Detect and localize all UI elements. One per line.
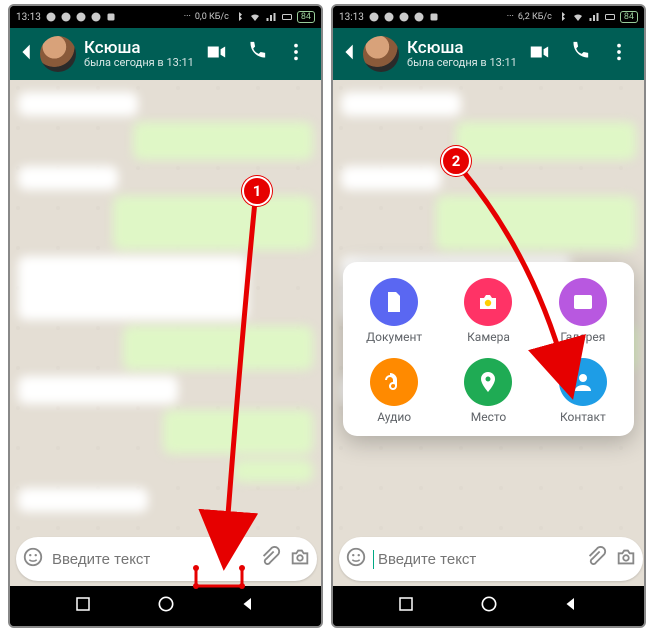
blurred-messages bbox=[10, 80, 321, 532]
status-bar: 13:13 ··· 6,2 КБ/с 84 bbox=[333, 6, 644, 28]
back-icon[interactable] bbox=[339, 41, 361, 67]
signal-icon bbox=[265, 11, 277, 23]
chat-header: Ксюша была сегодня в 13:11 bbox=[333, 28, 644, 80]
emoji-icon[interactable] bbox=[345, 546, 367, 572]
attach-icon[interactable] bbox=[585, 546, 607, 572]
battery-icon: 84 bbox=[297, 11, 315, 23]
chat-body[interactable] bbox=[10, 80, 321, 532]
nav-recents-icon[interactable] bbox=[74, 595, 92, 617]
nav-back-icon[interactable] bbox=[239, 595, 257, 617]
nav-home-icon[interactable] bbox=[156, 594, 176, 618]
message-input[interactable] bbox=[373, 550, 579, 569]
header-title-block[interactable]: Ксюша была сегодня в 13:11 bbox=[407, 39, 528, 70]
attach-audio[interactable]: Аудио bbox=[347, 358, 441, 424]
chat-header: Ксюша была сегодня в 13:11 bbox=[10, 28, 321, 80]
signal-icon bbox=[588, 11, 600, 23]
input-bar bbox=[333, 532, 644, 586]
menu-icon[interactable] bbox=[285, 41, 307, 67]
contact-status: была сегодня в 13:11 bbox=[84, 57, 205, 69]
nav-home-icon[interactable] bbox=[479, 594, 499, 618]
status-net: 0,0 КБ/с bbox=[195, 12, 229, 22]
bluetooth-icon bbox=[556, 11, 568, 23]
voice-call-icon[interactable] bbox=[245, 41, 267, 67]
header-title-block[interactable]: Ксюша была сегодня в 13:11 bbox=[84, 39, 205, 70]
battery-icon: 84 bbox=[620, 11, 638, 23]
contact-name: Ксюша bbox=[84, 39, 205, 58]
chat-body[interactable]: Документ Камера Галерея Аудио Место Конт… bbox=[333, 80, 644, 532]
emoji-icon[interactable] bbox=[22, 546, 44, 572]
message-input[interactable] bbox=[50, 550, 253, 569]
video-call-icon[interactable] bbox=[205, 41, 227, 67]
volte-icon bbox=[604, 11, 616, 23]
attach-location-label: Место bbox=[471, 410, 507, 424]
camera-icon[interactable] bbox=[615, 546, 637, 572]
attach-location[interactable]: Место bbox=[441, 358, 535, 424]
status-app-icons bbox=[45, 11, 117, 23]
bluetooth-icon bbox=[233, 11, 245, 23]
attach-audio-label: Аудио bbox=[377, 410, 411, 424]
video-call-icon[interactable] bbox=[528, 41, 550, 67]
voice-call-icon[interactable] bbox=[568, 41, 590, 67]
status-net: 6,2 КБ/с bbox=[518, 12, 552, 22]
attach-document-label: Документ bbox=[366, 330, 422, 344]
wifi-icon bbox=[249, 11, 261, 23]
input-bar bbox=[10, 532, 321, 586]
phone-right: 13:13 ··· 6,2 КБ/с 84 Ксюша была сегодня… bbox=[331, 4, 646, 628]
contact-status: была сегодня в 13:11 bbox=[407, 57, 528, 69]
back-icon[interactable] bbox=[16, 41, 38, 67]
camera-icon[interactable] bbox=[289, 546, 311, 572]
attach-gallery-label: Галерея bbox=[560, 330, 605, 344]
attach-camera[interactable]: Камера bbox=[441, 278, 535, 344]
attach-gallery[interactable]: Галерея bbox=[536, 278, 630, 344]
menu-icon[interactable] bbox=[608, 41, 630, 67]
status-time: 13:13 bbox=[339, 12, 364, 23]
attach-icon[interactable] bbox=[259, 546, 281, 572]
android-navbar bbox=[333, 586, 644, 626]
status-bar: 13:13 ··· 0,0 КБ/с 84 bbox=[10, 6, 321, 28]
attachment-sheet: Документ Камера Галерея Аудио Место Конт… bbox=[343, 262, 634, 436]
phone-left: 13:13 ··· 0,0 КБ/с 84 Ксюша была сегодня… bbox=[8, 4, 323, 628]
avatar[interactable] bbox=[363, 36, 399, 72]
avatar[interactable] bbox=[40, 36, 76, 72]
attach-contact-label: Контакт bbox=[560, 410, 606, 424]
nav-recents-icon[interactable] bbox=[397, 595, 415, 617]
contact-name: Ксюша bbox=[407, 39, 528, 58]
volte-icon bbox=[281, 11, 293, 23]
nav-back-icon[interactable] bbox=[562, 595, 580, 617]
status-time: 13:13 bbox=[16, 12, 41, 23]
android-navbar bbox=[10, 586, 321, 626]
attach-camera-label: Камера bbox=[467, 330, 510, 344]
status-app-icons bbox=[368, 11, 440, 23]
attach-document[interactable]: Документ bbox=[347, 278, 441, 344]
attach-contact[interactable]: Контакт bbox=[536, 358, 630, 424]
wifi-icon bbox=[572, 11, 584, 23]
